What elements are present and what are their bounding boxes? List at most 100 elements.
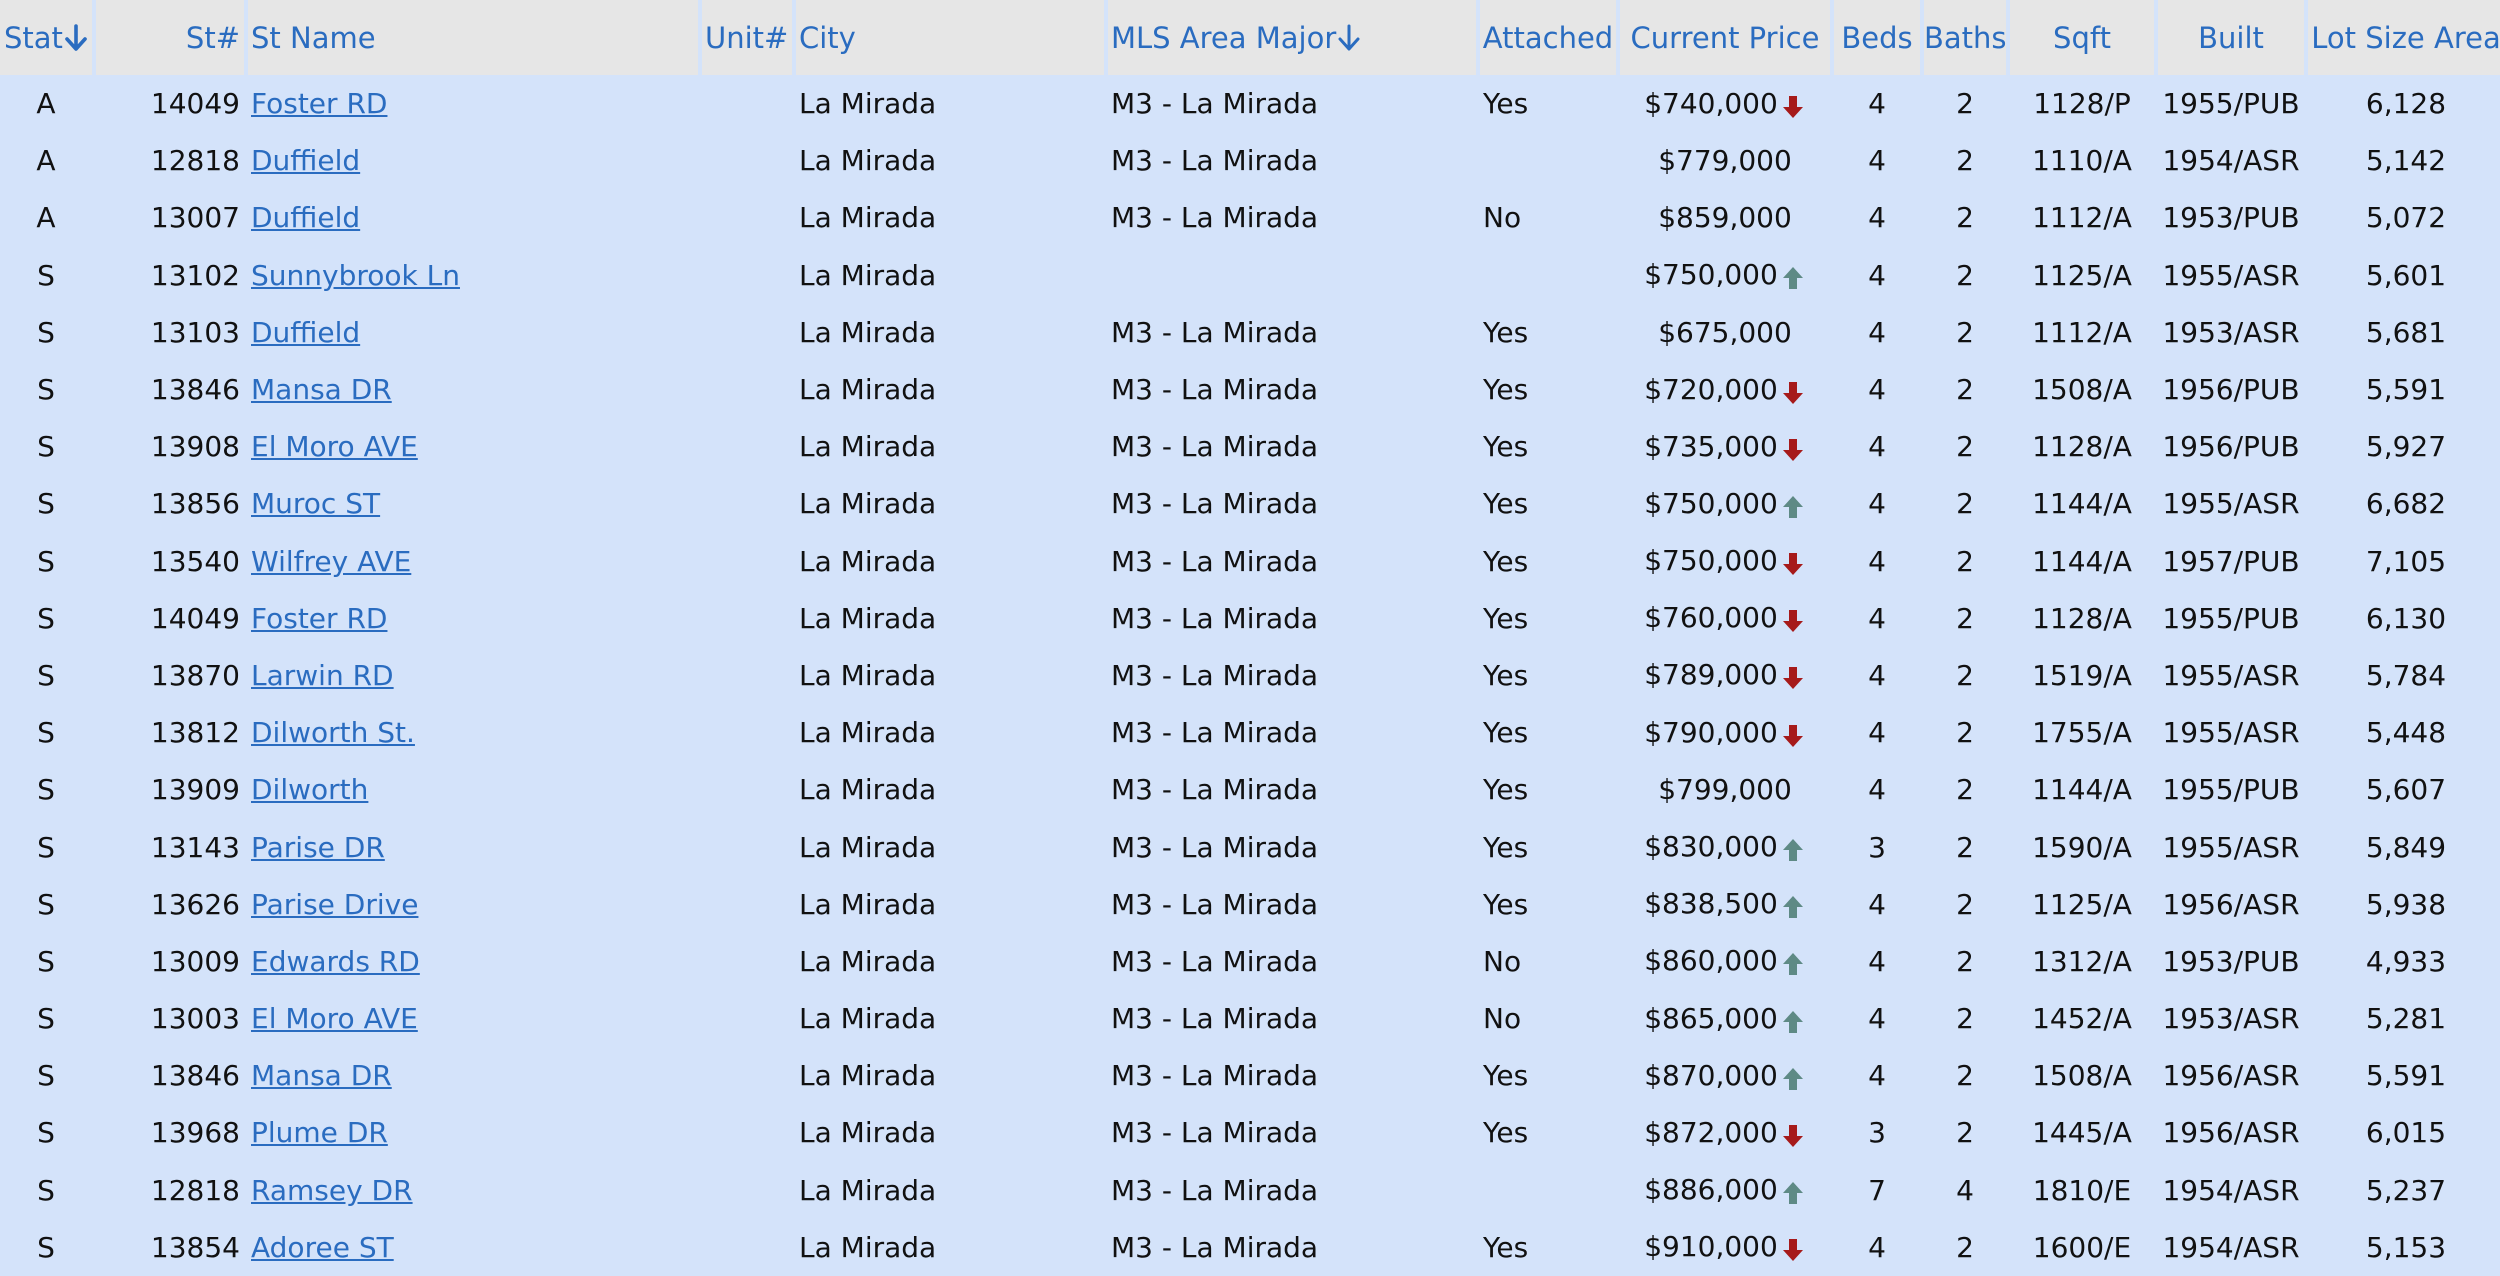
- street-name-link[interactable]: Duffield: [251, 144, 360, 177]
- table-row[interactable]: S 13626 Parise Drive La Mirada M3 - La Mirad…: [0, 875, 2500, 933]
- cell-lot-size: 5,784: [2308, 646, 2500, 705]
- col-header-current-price[interactable]: Current Price: [1620, 0, 1830, 75]
- cell-sqft: 1144/A: [2010, 761, 2154, 819]
- price-value: $886,000: [1644, 1173, 1778, 1207]
- table-row[interactable]: S 13846 Mansa DR La Mirada M3 - La Mirada Yes…: [0, 360, 2500, 419]
- table-row[interactable]: S 13003 El Moro AVE La Mirada M3 - La Mirada…: [0, 990, 2500, 1048]
- table-row[interactable]: S 13009 Edwards RD La Mirada M3 - La Mirada N…: [0, 932, 2500, 990]
- cell-st-num: 13626: [96, 875, 244, 933]
- table-row[interactable]: A 13007 Duffield La Mirada M3 - La Mirada No $…: [0, 189, 2500, 247]
- col-header-unit[interactable]: Unit#: [702, 0, 792, 75]
- table-row[interactable]: S 13870 Larwin RD La Mirada M3 - La Mirada Ye…: [0, 646, 2500, 705]
- sort-down-arrow-icon: [1338, 24, 1360, 50]
- col-header-baths[interactable]: Baths: [1924, 0, 2006, 75]
- street-name-link[interactable]: Muroc ST: [251, 487, 380, 520]
- cell-beds: 4: [1834, 132, 1920, 190]
- street-name-link[interactable]: Edwards RD: [251, 945, 420, 978]
- table-row[interactable]: S 13968 Plume DR La Mirada M3 - La Mirada Yes…: [0, 1104, 2500, 1162]
- street-name-link[interactable]: Wilfrey AVE: [251, 545, 411, 578]
- table-row[interactable]: S 14049 Foster RD La Mirada M3 - La Mirada Ye…: [0, 589, 2500, 647]
- cell-lot-size: 5,927: [2308, 418, 2500, 476]
- table-row[interactable]: S 12818 Ramsey DR La Mirada M3 - La Mirada $8…: [0, 1161, 2500, 1219]
- table-row[interactable]: S 13812 Dilworth St. La Mirada M3 - La Mirad…: [0, 704, 2500, 762]
- price-down-arrow-icon: [1782, 610, 1803, 633]
- cell-current-price: $830,000: [1620, 818, 1830, 876]
- cell-current-price: $886,000: [1620, 1161, 1830, 1219]
- street-name-link[interactable]: Dilworth St.: [251, 716, 415, 749]
- street-name-link[interactable]: Dilworth: [251, 773, 368, 806]
- street-name-link[interactable]: Foster RD: [251, 87, 387, 120]
- price-value: $740,000: [1644, 86, 1778, 120]
- street-name-link[interactable]: El Moro AVE: [251, 430, 418, 463]
- table-row[interactable]: S 13143 Parise DR La Mirada M3 - La Mirada Ye…: [0, 818, 2500, 876]
- street-name-link[interactable]: Plume DR: [251, 1116, 388, 1149]
- price-value: $760,000: [1644, 601, 1778, 635]
- cell-attached: Yes: [1480, 475, 1616, 533]
- col-header-attached[interactable]: Attached: [1480, 0, 1616, 75]
- col-header-built[interactable]: Built: [2158, 0, 2304, 75]
- cell-stat: S: [0, 761, 92, 819]
- col-header-beds[interactable]: Beds: [1834, 0, 1920, 75]
- cell-stat: S: [0, 932, 92, 990]
- price-value: $865,000: [1644, 1001, 1778, 1035]
- cell-built: 1956/ASR: [2158, 1104, 2304, 1162]
- cell-beds: 4: [1834, 990, 1920, 1048]
- street-name-link[interactable]: Adoree ST: [251, 1231, 394, 1264]
- col-header-city[interactable]: City: [796, 0, 1104, 75]
- cell-st-num: 13854: [96, 1218, 244, 1276]
- street-name-link[interactable]: Mansa DR: [251, 373, 392, 406]
- street-name-link[interactable]: Foster RD: [251, 602, 387, 635]
- table-row[interactable]: S 13846 Mansa DR La Mirada M3 - La Mirada Yes…: [0, 1047, 2500, 1105]
- cell-built: 1956/PUB: [2158, 360, 2304, 419]
- table-row[interactable]: S 13856 Muroc ST La Mirada M3 - La Mirada Yes…: [0, 475, 2500, 533]
- col-header-lot-size[interactable]: Lot Size Area: [2308, 0, 2500, 75]
- table-row[interactable]: A 12818 Duffield La Mirada M3 - La Mirada $77…: [0, 132, 2500, 190]
- table-row[interactable]: S 13854 Adoree ST La Mirada M3 - La Mirada Ye…: [0, 1218, 2500, 1276]
- street-name-link[interactable]: El Moro AVE: [251, 1002, 418, 1035]
- cell-baths: 2: [1924, 1047, 2006, 1105]
- cell-built: 1955/PUB: [2158, 761, 2304, 819]
- cell-city: La Mirada: [796, 475, 1104, 533]
- price-value: $860,000: [1644, 944, 1778, 978]
- table-row[interactable]: S 13909 Dilworth La Mirada M3 - La Mirada Yes…: [0, 761, 2500, 819]
- table-row[interactable]: S 13102 Sunnybrook Ln La Mirada $750,000 4 2 11…: [0, 246, 2500, 304]
- cell-baths: 2: [1924, 532, 2006, 590]
- table-row[interactable]: S 13908 El Moro AVE La Mirada M3 - La Mirada…: [0, 418, 2500, 476]
- street-name-link[interactable]: Duffield: [251, 316, 360, 349]
- street-name-link[interactable]: Sunnybrook Ln: [251, 259, 460, 292]
- street-name-link[interactable]: Parise DR: [251, 831, 385, 864]
- cell-sqft: 1128/A: [2010, 418, 2154, 476]
- col-header-stat[interactable]: Stat: [0, 0, 92, 75]
- cell-current-price: $870,000: [1620, 1047, 1830, 1105]
- listings-body: A 14049 Foster RD La Mirada M3 - La Mirada Ye…: [0, 75, 2500, 1276]
- table-row[interactable]: S 13540 Wilfrey AVE La Mirada M3 - La Mirada…: [0, 532, 2500, 590]
- table-row[interactable]: A 14049 Foster RD La Mirada M3 - La Mirada Ye…: [0, 75, 2500, 133]
- cell-lot-size: 5,849: [2308, 818, 2500, 876]
- cell-st-num: 12818: [96, 132, 244, 190]
- cell-attached: Yes: [1480, 532, 1616, 590]
- cell-baths: 2: [1924, 246, 2006, 304]
- street-name-link[interactable]: Duffield: [251, 201, 360, 234]
- col-header-mls-area[interactable]: MLS Area Major: [1108, 0, 1476, 75]
- cell-st-name: Parise DR: [248, 818, 698, 876]
- cell-current-price: $675,000: [1620, 303, 1830, 361]
- cell-stat: S: [0, 1218, 92, 1276]
- col-header-st-name[interactable]: St Name: [248, 0, 698, 75]
- table-row[interactable]: S 13103 Duffield La Mirada M3 - La Mirada Yes…: [0, 303, 2500, 361]
- col-header-st-num[interactable]: St#: [96, 0, 244, 75]
- cell-lot-size: 5,448: [2308, 704, 2500, 762]
- price-down-arrow-icon: [1782, 667, 1803, 690]
- street-name-link[interactable]: Larwin RD: [251, 659, 394, 692]
- street-name-link[interactable]: Ramsey DR: [251, 1174, 413, 1207]
- col-header-sqft[interactable]: Sqft: [2010, 0, 2154, 75]
- street-name-link[interactable]: Mansa DR: [251, 1059, 392, 1092]
- price-down-arrow-icon: [1782, 95, 1803, 118]
- cell-st-name: Adoree ST: [248, 1218, 698, 1276]
- cell-stat: S: [0, 1161, 92, 1219]
- street-name-link[interactable]: Parise Drive: [251, 888, 418, 921]
- cell-baths: 4: [1924, 1161, 2006, 1219]
- cell-mls-area: M3 - La Mirada: [1108, 818, 1476, 876]
- cell-attached: [1480, 132, 1616, 190]
- cell-lot-size: 5,142: [2308, 132, 2500, 190]
- cell-current-price: $910,000: [1620, 1218, 1830, 1276]
